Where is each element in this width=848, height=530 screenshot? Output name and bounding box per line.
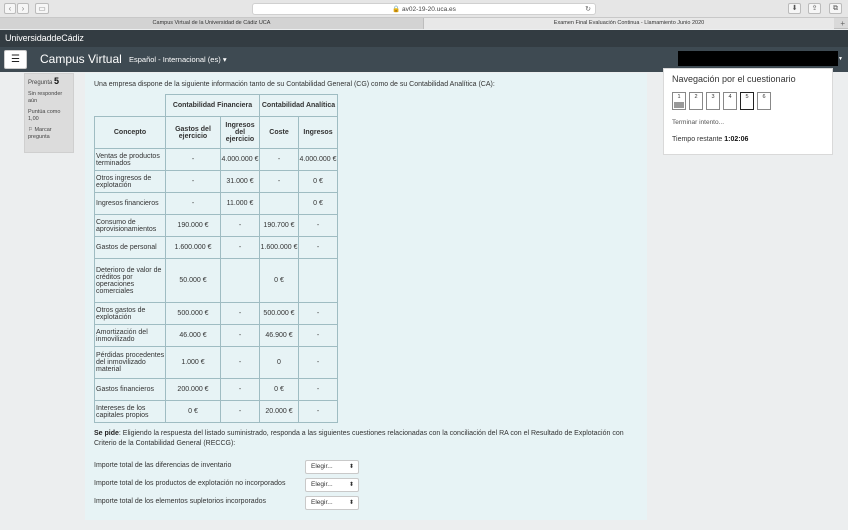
share-icon[interactable]: ⇪ — [808, 3, 821, 14]
quiz-nav-button-5[interactable]: 5 — [740, 92, 754, 110]
end-attempt-link[interactable]: Terminar intento... — [672, 119, 724, 126]
question-score: Puntúa como 1,00 — [28, 109, 61, 122]
question-status: Sin responder aún — [28, 91, 63, 104]
table-row: Pérdidas procedentes del inmovilizado ma… — [94, 346, 338, 379]
header-gastos: Gastos del ejercicio — [165, 116, 221, 149]
question-instructions: Se pide: Eligiendo la respuesta del list… — [94, 430, 624, 447]
caret-down-icon: ▾ — [222, 55, 227, 64]
table-row: Otros gastos de explotación 500.000 € -500… — [94, 302, 338, 325]
tab-bar: Campus Virtual de la Universidad de Cádi… — [0, 18, 848, 29]
table-row: Otros ingresos de explotación -31.000 € -0… — [94, 170, 338, 193]
language-menu[interactable]: Español - Internacional (es) ▾ — [129, 55, 227, 64]
table-row: Consumo de aprovisionamientos 190.000 € -1… — [94, 214, 338, 237]
sidebar-icon[interactable]: ▭ — [35, 3, 49, 14]
back-icon[interactable]: ‹ — [4, 3, 16, 14]
download-icon[interactable]: ⬇ — [788, 3, 801, 14]
header-concepto: Concepto — [94, 116, 166, 149]
user-caret-icon[interactable]: ▼ — [838, 56, 843, 62]
subquestion-2-label: Importe total de los productos de explot… — [94, 480, 286, 487]
table-row: Gastos de personal 1.600.000 € -1.600.000 … — [94, 236, 338, 259]
quiz-navigation: Navegación por el cuestionario 1 2 3 4 5… — [663, 68, 833, 155]
quiz-nav-button-6[interactable]: 6 — [757, 92, 771, 110]
updown-icon: ⬍ — [348, 500, 354, 506]
header-ingresos: Ingresos — [298, 116, 338, 149]
tab-exam[interactable]: Examen Final Evaluación Continua - Llama… — [424, 18, 834, 29]
header-ingresos-ejercicio: Ingresos del ejercicio — [220, 116, 260, 149]
reload-icon[interactable]: ↻ — [585, 4, 591, 15]
question-content: Una empresa dispone de la siguiente info… — [85, 73, 647, 520]
brand-bar: UniversidaddeCádiz — [0, 30, 848, 47]
header-coste: Coste — [259, 116, 299, 149]
quiz-nav-button-2[interactable]: 2 — [689, 92, 703, 110]
header-contabilidad-analitica: Contabilidad Analítica — [259, 94, 338, 117]
question-info: Pregunta 5 Sin responder aún Puntúa como… — [24, 73, 74, 153]
accounting-table: Contabilidad Financiera Contabilidad Ana… — [94, 94, 338, 423]
quiz-navigation-title: Navegación por el cuestionario — [672, 74, 796, 84]
forward-icon[interactable]: › — [17, 3, 29, 14]
updown-icon: ⬍ — [348, 482, 354, 488]
table-row: Amortización del inmovilizado 46.000 € -46… — [94, 324, 338, 347]
subquestion-1-label: Importe total de las diferencias de inve… — [94, 462, 232, 469]
answered-indicator — [674, 102, 684, 108]
menu-toggle-button[interactable]: ☰ — [4, 50, 27, 69]
address-bar[interactable]: 🔒 av02-19-20.uca.es ↻ — [252, 3, 596, 15]
subquestion-3-select[interactable]: Elegir... ⬍ — [305, 496, 359, 510]
table-row: Ingresos financieros -11.000 €0 € — [94, 192, 338, 215]
subquestion-3-label: Importe total de los elementos supletori… — [94, 498, 266, 505]
table-row: Gastos financieros 200.000 € -0 € - — [94, 378, 338, 401]
question-intro: Una empresa dispone de la siguiente info… — [94, 81, 495, 88]
user-menu-redacted[interactable] — [678, 51, 838, 66]
quiz-nav-button-1[interactable]: 1 — [672, 92, 686, 110]
address-text: av02-19-20.uca.es — [402, 6, 456, 13]
table-row: Intereses de los capitales propios 0 € -20… — [94, 400, 338, 423]
time-remaining: Tiempo restante 1:02:06 — [672, 136, 749, 143]
tabs-overview-icon[interactable]: ⧉ — [829, 3, 842, 14]
site-name[interactable]: Campus Virtual — [40, 52, 122, 66]
subquestion-2-select[interactable]: Elegir... ⬍ — [305, 478, 359, 492]
browser-toolbar: ‹ › ▭ 🔒 av02-19-20.uca.es ↻ ⬇ ⇪ ⧉ — [0, 0, 848, 18]
table-row: Deterioro de valor de créditos por opera… — [94, 258, 338, 303]
updown-icon: ⬍ — [348, 464, 354, 470]
new-tab-icon[interactable]: + — [840, 18, 845, 29]
university-logo[interactable]: UniversidaddeCádiz — [5, 33, 84, 43]
lock-icon: 🔒 — [392, 6, 401, 13]
tab-campus[interactable]: Campus Virtual de la Universidad de Cádi… — [0, 18, 424, 29]
quiz-nav-button-4[interactable]: 4 — [723, 92, 737, 110]
question-number: Pregunta 5 — [28, 76, 60, 87]
subquestion-1-select[interactable]: Elegir... ⬍ — [305, 460, 359, 474]
table-row: Ventas de productos terminados -4.000.000… — [94, 148, 338, 171]
header-contabilidad-financiera: Contabilidad Financiera — [165, 94, 260, 117]
quiz-nav-button-3[interactable]: 3 — [706, 92, 720, 110]
flag-question-link[interactable]: ⚐ Marcar pregunta — [28, 127, 70, 141]
